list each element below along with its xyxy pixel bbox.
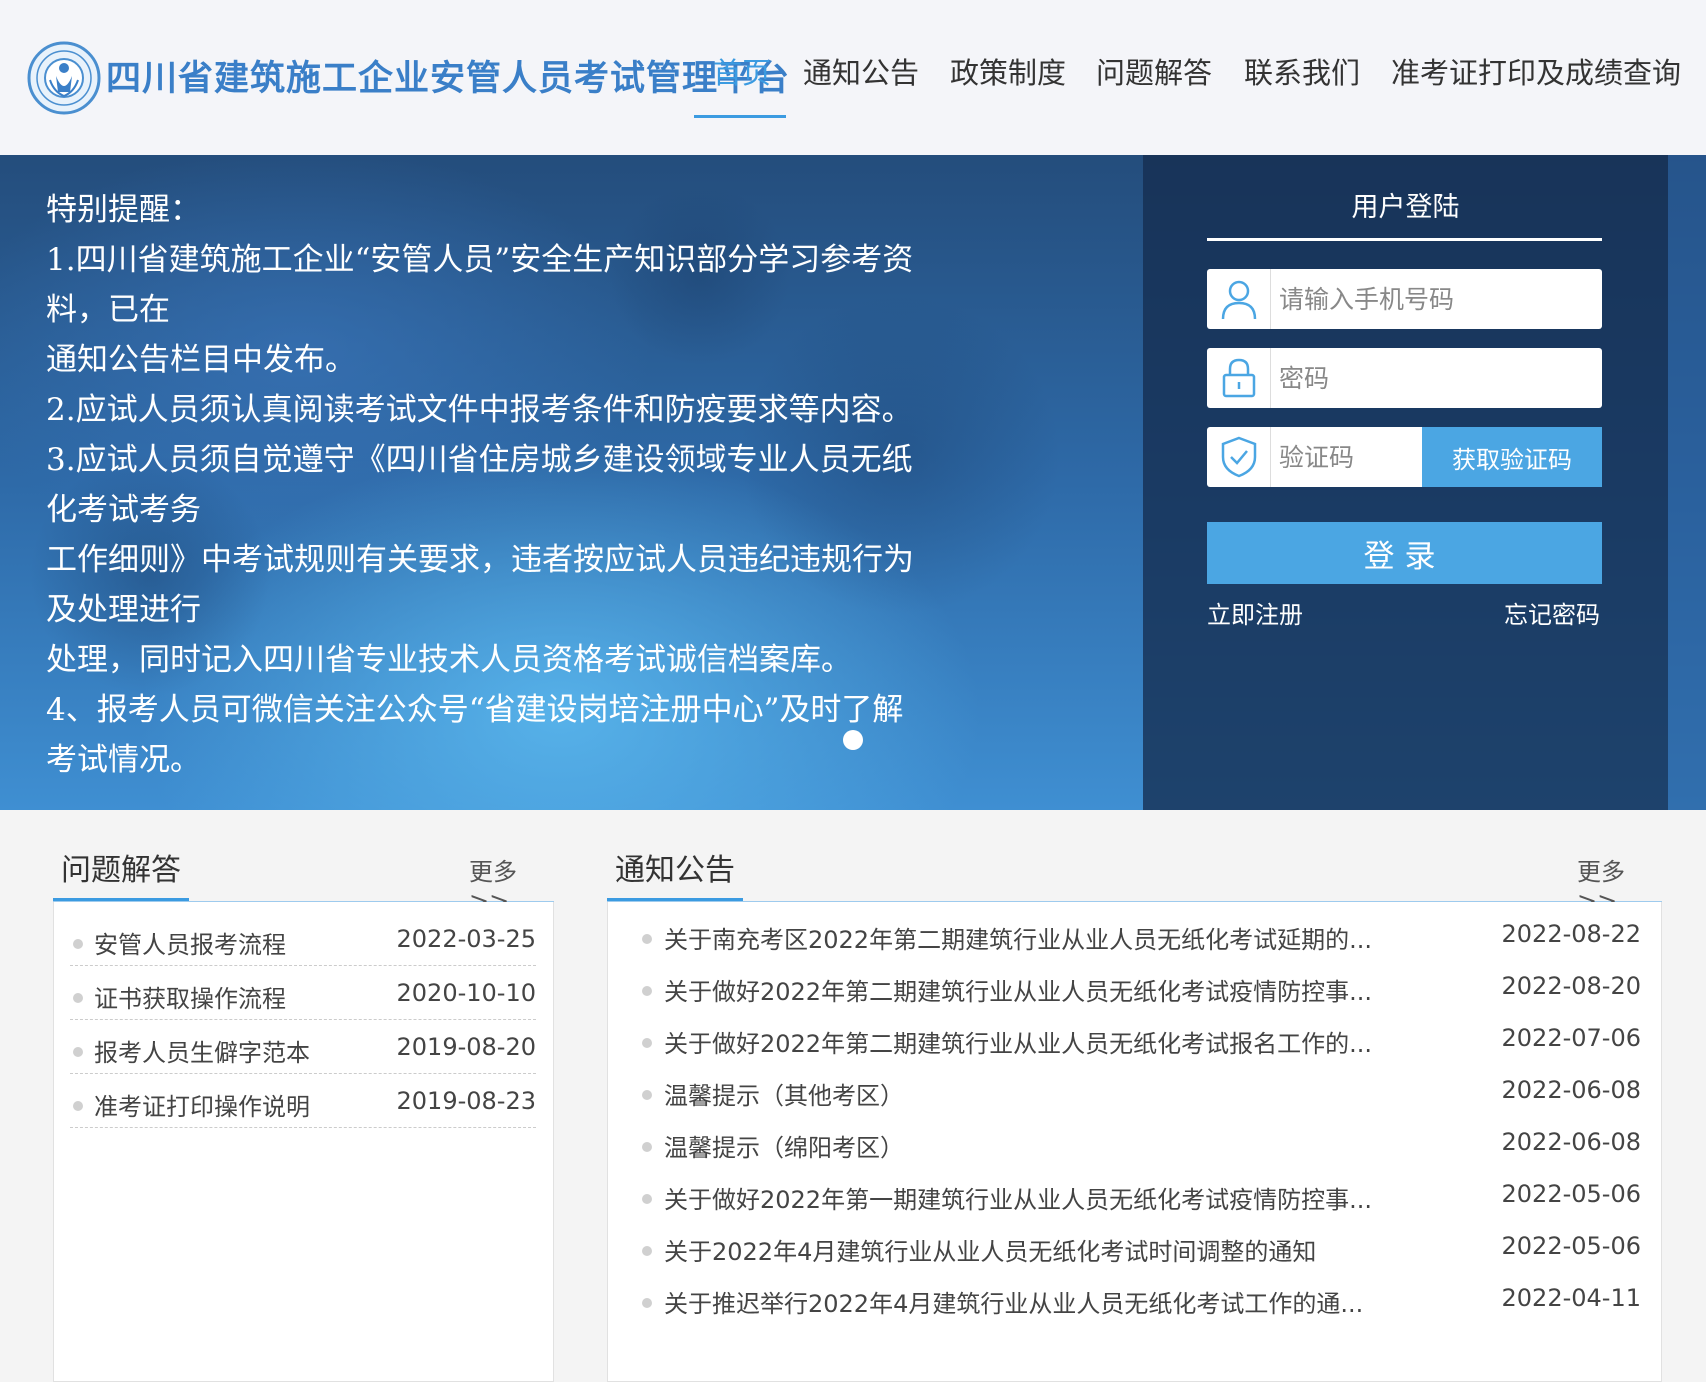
qa-list: 安管人员报考流程 2022-03-25 证书获取操作流程 2020-10-10 …: [53, 902, 554, 1382]
forgot-password-link[interactable]: 忘记密码: [1504, 595, 1600, 630]
list-item[interactable]: 关于南充考区2022年第二期建筑行业从业人员无纸化考试延期的... 2022-0…: [642, 912, 1641, 964]
list-item[interactable]: 关于推迟举行2022年4月建筑行业从业人员无纸化考试工作的通... 2022-0…: [642, 1276, 1641, 1328]
list-item[interactable]: 关于做好2022年第二期建筑行业从业人员无纸化考试报名工作的... 2022-0…: [642, 1016, 1641, 1068]
password-input[interactable]: [1279, 348, 1596, 408]
nav-notices[interactable]: 通知公告: [803, 50, 919, 92]
banner: 特别提醒： 1.四川省建筑施工企业“安管人员”安全生产知识部分学习参考资料，已在…: [0, 155, 1706, 810]
list-item[interactable]: 温馨提示（其他考区） 2022-06-08: [642, 1068, 1641, 1120]
notice-line: 工作细则》中考试规则有关要求，违者按应试人员违纪违规行为及处理进行: [46, 542, 914, 628]
news-tab-indicator: [607, 898, 743, 901]
qa-panel: 问题解答 更多>> 安管人员报考流程 2022-03-25 证书获取操作流程 2…: [53, 830, 554, 1382]
login-button[interactable]: 登录: [1207, 522, 1602, 584]
list-item[interactable]: 关于做好2022年第一期建筑行业从业人员无纸化考试疫情防控事... 2022-0…: [642, 1172, 1641, 1224]
captcha-input[interactable]: [1279, 427, 1419, 487]
nav-home[interactable]: 首页: [713, 50, 771, 92]
notice-line: 1.四川省建筑施工企业“安管人员”安全生产知识部分学习参考资料，已在: [46, 242, 914, 328]
news-title: 通知公告: [615, 853, 735, 888]
list-item[interactable]: 关于做好2022年第二期建筑行业从业人员无纸化考试疫情防控事... 2022-0…: [642, 964, 1641, 1016]
notice-line: 3.应试人员须自觉遵守《四川省住房城乡建设领域专业人员无纸化考试考务: [46, 442, 913, 528]
user-icon: [1207, 269, 1271, 329]
login-title: 用户登陆: [1351, 192, 1460, 223]
lock-icon: [1207, 348, 1271, 408]
list-item[interactable]: 安管人员报考流程 2022-03-25: [70, 912, 536, 966]
login-panel: 用户登陆 请输入手机号码 验证码 获取验证码 登录 立即注册 忘记密码: [1143, 155, 1668, 810]
carousel-dot[interactable]: [843, 730, 863, 750]
list-item[interactable]: 温馨提示（绵阳考区） 2022-06-08: [642, 1120, 1641, 1172]
phone-input[interactable]: [1279, 269, 1596, 329]
site-title: 四川省建筑施工企业安管人员考试管理平台: [106, 59, 791, 99]
list-item[interactable]: 证书获取操作流程 2020-10-10: [70, 966, 536, 1020]
list-item[interactable]: 准考证打印操作说明 2019-08-23: [70, 1074, 536, 1128]
nav-admission-ticket-scores[interactable]: 准考证打印及成绩查询: [1391, 50, 1681, 92]
password-field: [1207, 348, 1602, 408]
list-item[interactable]: 报考人员生僻字范本 2019-08-20: [70, 1020, 536, 1074]
shield-check-icon: [1207, 427, 1271, 487]
captcha-field: 获取验证码: [1207, 427, 1602, 487]
notice-line: 通知公告栏目中发布。: [46, 342, 356, 378]
logo-emblem-icon[interactable]: [26, 16, 102, 126]
notice-line: 2.应试人员须认真阅读考试文件中报考条件和防疫要求等内容。: [46, 392, 913, 428]
news-list: 关于南充考区2022年第二期建筑行业从业人员无纸化考试延期的... 2022-0…: [607, 902, 1662, 1382]
phone-field: [1207, 269, 1602, 329]
notice-line: 处理，同时记入四川省专业技术人员资格考试诚信档案库。: [46, 642, 852, 678]
nav-contact[interactable]: 联系我们: [1244, 50, 1360, 92]
nav-policies[interactable]: 政策制度: [950, 50, 1066, 92]
nav-faq[interactable]: 问题解答: [1096, 50, 1212, 92]
header: 四川省建筑施工企业安管人员考试管理平台 首页 通知公告 政策制度 问题解答 联系…: [0, 0, 1706, 155]
qa-title: 问题解答: [61, 853, 181, 888]
login-title-underline: [1207, 238, 1602, 241]
qa-tab-indicator: [53, 898, 189, 901]
notice-line: 特别提醒：: [46, 192, 201, 228]
register-link[interactable]: 立即注册: [1207, 595, 1303, 630]
list-item[interactable]: 关于2022年4月建筑行业从业人员无纸化考试时间调整的通知 2022-05-06: [642, 1224, 1641, 1276]
notice-line: 4、报考人员可微信关注公众号“省建设岗培注册中心”及时了解考试情况。: [46, 692, 904, 778]
news-panel: 通知公告 更多>> 关于南充考区2022年第二期建筑行业从业人员无纸化考试延期的…: [607, 830, 1662, 1382]
get-code-button[interactable]: 获取验证码: [1422, 427, 1602, 487]
notice-text: 特别提醒： 1.四川省建筑施工企业“安管人员”安全生产知识部分学习参考资料，已在…: [46, 185, 926, 785]
nav-active-indicator: [694, 115, 786, 118]
